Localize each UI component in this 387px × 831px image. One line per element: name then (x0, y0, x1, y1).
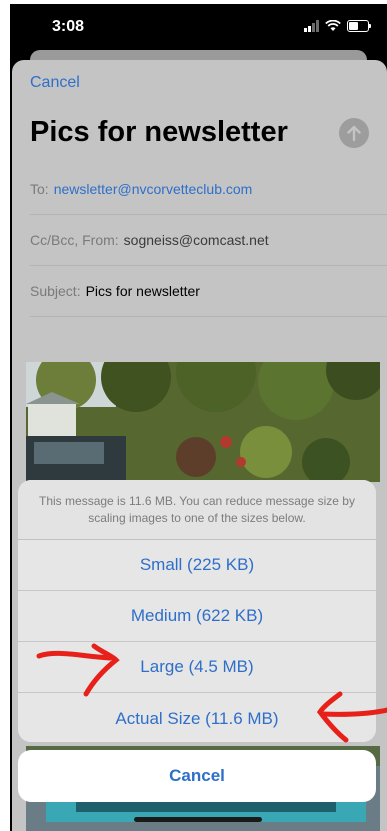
phone-screen: 3:08 Cancel Pics for newsletter To: news… (10, 4, 387, 831)
subject-field[interactable]: Subject: Pics for newsletter (30, 266, 387, 317)
send-arrow-icon (347, 125, 361, 141)
battery-icon (347, 20, 371, 32)
to-recipient[interactable]: newsletter@nvcorvetteclub.com (54, 181, 253, 197)
subject-value: Pics for newsletter (85, 283, 200, 299)
compose-cancel-button[interactable]: Cancel (30, 74, 80, 92)
image-size-action-sheet: This message is 11.6 MB. You can reduce … (18, 480, 376, 742)
size-option-small[interactable]: Small (225 KB) (18, 540, 376, 591)
cc-bcc-from-field[interactable]: Cc/Bcc, From: sogneiss@comcast.net (30, 215, 387, 266)
status-bar: 3:08 (10, 4, 387, 54)
home-indicator (134, 817, 262, 822)
size-option-medium[interactable]: Medium (622 KB) (18, 591, 376, 642)
status-icons (304, 20, 371, 32)
attached-photo-image (26, 362, 380, 482)
action-sheet-message: This message is 11.6 MB. You can reduce … (18, 480, 376, 540)
size-option-actual[interactable]: Actual Size (11.6 MB) (18, 693, 376, 742)
signal-icon (304, 20, 319, 32)
size-option-large[interactable]: Large (4.5 MB) (18, 642, 376, 693)
attached-photo (26, 362, 380, 482)
send-button[interactable] (339, 118, 369, 148)
subject-label: Subject: (30, 283, 81, 299)
to-field[interactable]: To: newsletter@nvcorvetteclub.com (30, 164, 387, 215)
wifi-icon (325, 20, 341, 31)
compose-title: Pics for newsletter (30, 116, 288, 148)
from-address: sogneiss@comcast.net (123, 232, 269, 248)
status-time: 3:08 (52, 18, 85, 35)
action-sheet-cancel-button[interactable]: Cancel (18, 750, 376, 802)
cc-bcc-from-label: Cc/Bcc, From: (30, 232, 119, 248)
to-label: To: (30, 181, 49, 197)
